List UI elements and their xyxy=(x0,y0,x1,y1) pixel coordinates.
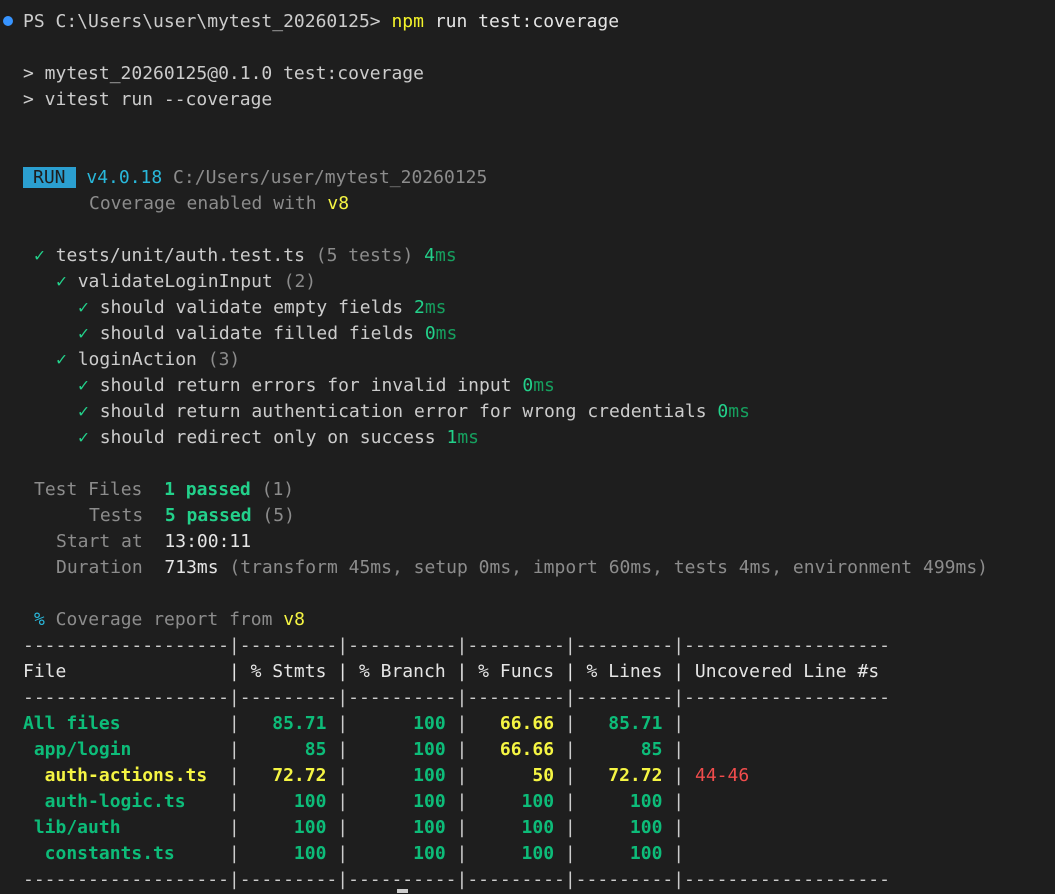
coverage-title: % Coverage report from v8 xyxy=(34,609,305,630)
coverage-enabled-line: Coverage enabled with v8 xyxy=(89,193,350,214)
test-line: ✓ should validate filled fields 0ms xyxy=(78,323,458,344)
summary-tests: Tests 5 passed (5) xyxy=(89,505,295,526)
group-line: ✓ validateLoginInput (2) xyxy=(56,271,317,292)
check-icon: ✓ xyxy=(56,349,67,370)
suite-line: ✓ tests/unit/auth.test.ts (5 tests) 4ms xyxy=(34,245,457,266)
test-line: ✓ should return authentication error for… xyxy=(78,401,750,422)
test-line: ✓ should return errors for invalid input… xyxy=(78,375,555,396)
prompt-line: PS C:\Users\user\mytest_20260125> npm ru… xyxy=(23,11,620,32)
table-row: constants.ts | 100 | 100 | 100 | 100 | xyxy=(23,843,685,864)
command-status-dot-icon[interactable] xyxy=(3,16,13,26)
check-icon: ✓ xyxy=(78,427,89,448)
check-icon: ✓ xyxy=(78,297,89,318)
run-line: RUN v4.0.18 C:/Users/user/mytest_2026012… xyxy=(23,165,487,191)
summary-duration: Duration 713ms (transform 45ms, setup 0m… xyxy=(56,557,988,578)
table-row: All files | 85.71 | 100 | 66.66 | 85.71 … xyxy=(23,713,685,734)
group-line: ✓ loginAction (3) xyxy=(56,349,241,370)
run-badge: RUN xyxy=(23,167,76,188)
table-separator: -------------------|---------|----------… xyxy=(23,635,890,656)
table-separator: -------------------|---------|----------… xyxy=(23,687,890,708)
table-row: auth-actions.ts | 72.72 | 100 | 50 | 72.… xyxy=(23,765,750,786)
check-icon: ✓ xyxy=(78,375,89,396)
check-icon: ✓ xyxy=(78,323,89,344)
script-line: > vitest run --coverage xyxy=(23,89,273,110)
test-line: ✓ should redirect only on success 1ms xyxy=(78,427,480,448)
table-separator: -------------------|---------|----------… xyxy=(23,869,890,890)
check-icon: ✓ xyxy=(78,401,89,422)
table-row: app/login | 85 | 100 | 66.66 | 85 | xyxy=(23,739,685,760)
script-line: > mytest_20260125@0.1.0 test:coverage xyxy=(23,63,424,84)
text-cursor xyxy=(397,889,408,893)
summary-files: Test Files 1 passed (1) xyxy=(34,479,295,500)
terminal[interactable]: PS C:\Users\user\mytest_20260125> npm ru… xyxy=(0,0,1055,894)
table-row: auth-logic.ts | 100 | 100 | 100 | 100 | xyxy=(23,791,685,812)
check-icon: ✓ xyxy=(56,271,67,292)
check-icon: ✓ xyxy=(34,245,45,266)
summary-start: Start at 13:00:11 xyxy=(56,531,252,552)
test-line: ✓ should validate empty fields 2ms xyxy=(78,297,447,318)
table-row: lib/auth | 100 | 100 | 100 | 100 | xyxy=(23,817,685,838)
table-header: File | % Stmts | % Branch | % Funcs | % … xyxy=(23,661,880,682)
